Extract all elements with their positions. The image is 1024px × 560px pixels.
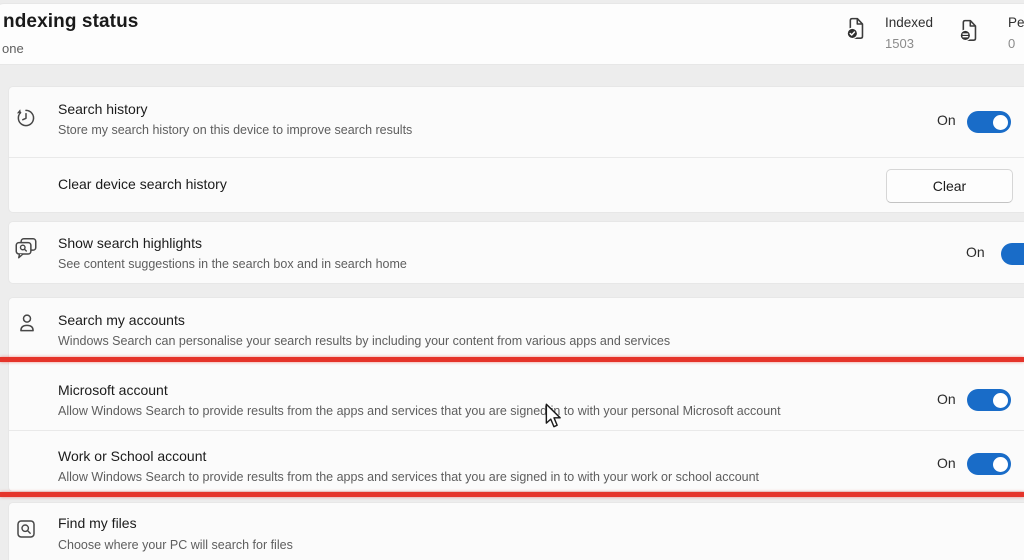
indexed-stat-value: 1503 <box>885 36 914 51</box>
work-school-account-toggle[interactable] <box>967 453 1011 475</box>
search-history-card: Search history Store my search history o… <box>8 86 1024 213</box>
indexing-status-card: ndexing status one Indexed 1503 Per 0 <box>0 3 1024 65</box>
work-school-account-state: On <box>937 455 956 471</box>
search-accounts-card: Search my accounts Windows Search can pe… <box>8 297 1024 492</box>
search-accounts-title: Search my accounts <box>58 312 185 328</box>
find-my-files-card: Find my files Choose where your PC will … <box>8 502 1024 560</box>
document-check-icon <box>846 17 864 40</box>
find-my-files-subtitle: Choose where your PC will search for fil… <box>58 538 293 552</box>
find-my-files-title: Find my files <box>58 515 137 531</box>
pending-stat-value: 0 <box>1008 36 1016 51</box>
settings-page: ndexing status one Indexed 1503 Per 0 Se… <box>0 0 1024 560</box>
indexed-stat-label: Indexed <box>885 15 934 30</box>
annotation-line-top <box>0 357 1024 362</box>
search-history-toggle[interactable] <box>967 111 1011 133</box>
person-icon <box>20 314 34 332</box>
search-highlights-state: On <box>966 244 985 260</box>
work-school-account-subtitle: Allow Windows Search to provide results … <box>58 470 760 484</box>
history-icon <box>16 109 35 127</box>
clear-button[interactable]: Clear <box>886 169 1013 203</box>
mouse-cursor <box>545 403 561 428</box>
search-history-title: Search history <box>58 101 148 117</box>
search-history-subtitle: Store my search history on this device t… <box>58 123 413 137</box>
find-files-icon <box>17 520 35 538</box>
search-highlights-title: Show search highlights <box>58 235 202 251</box>
divider <box>9 430 1024 431</box>
search-highlights-card: Show search highlights See content sugge… <box>8 221 1024 284</box>
annotation-line-bottom <box>0 492 1024 497</box>
microsoft-account-toggle[interactable] <box>967 389 1011 411</box>
search-accounts-subtitle: Windows Search can personalise your sear… <box>58 334 671 348</box>
document-pause-icon <box>959 19 977 42</box>
work-school-account-title: Work or School account <box>58 448 207 464</box>
microsoft-account-subtitle: Allow Windows Search to provide results … <box>58 404 781 418</box>
page-title: ndexing status <box>3 11 139 32</box>
indexing-state-text: one <box>2 41 24 56</box>
divider <box>9 157 1024 158</box>
clear-history-title: Clear device search history <box>58 176 227 192</box>
search-highlights-toggle[interactable] <box>1001 243 1024 265</box>
search-highlights-icon <box>15 238 37 259</box>
microsoft-account-state: On <box>937 391 956 407</box>
pending-stat-label: Per <box>1008 15 1024 30</box>
search-highlights-subtitle: See content suggestions in the search bo… <box>58 257 407 271</box>
search-history-state: On <box>937 112 956 128</box>
microsoft-account-title: Microsoft account <box>58 382 168 398</box>
